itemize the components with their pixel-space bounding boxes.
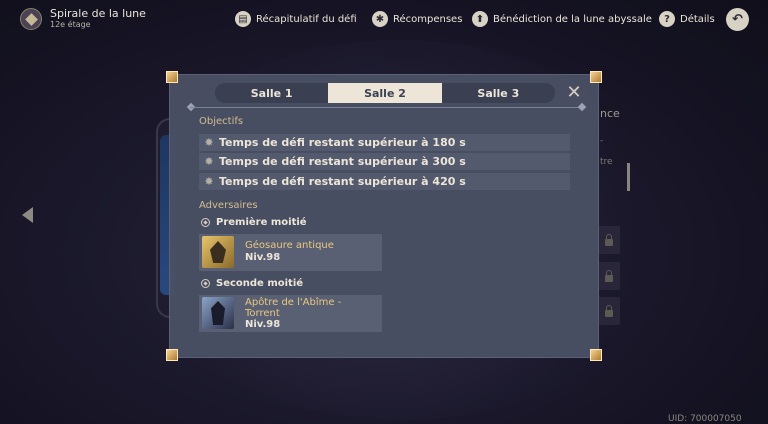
objective-text: Temps de défi restant supérieur à 300 s [219, 155, 466, 168]
enemy-level: Niv.98 [245, 319, 281, 330]
dialog-corner-ornament [166, 349, 178, 361]
objective-text: Temps de défi restant supérieur à 420 s [219, 175, 466, 188]
star-icon: ✸ [204, 136, 214, 149]
objective-item: ✸ Temps de défi restant supérieur à 300 … [199, 153, 570, 170]
half-marker-icon [201, 279, 210, 288]
enemy-level: Niv.98 [245, 252, 281, 263]
enemy-name: Apôtre de l'Abîme - Torrent [245, 297, 342, 319]
top-bar: Spirale de la lune 12e étage ▤ Récapitul… [0, 0, 768, 38]
enemy-card[interactable]: Géosaure antique Niv.98 [199, 234, 382, 271]
first-half-text: Première moitié [216, 217, 307, 228]
tab-chamber-1[interactable]: Salle 1 [215, 83, 328, 103]
star-icon: ✸ [204, 175, 214, 188]
dialog-divider [190, 107, 582, 108]
details-label: Détails [680, 13, 715, 25]
objective-item: ✸ Temps de défi restant supérieur à 420 … [199, 173, 570, 190]
objectives-heading: Objectifs [199, 116, 244, 127]
objective-item: ✸ Temps de défi restant supérieur à 180 … [199, 134, 570, 151]
second-half-text: Seconde moitié [216, 278, 304, 289]
first-half-label: Première moitié [201, 217, 307, 228]
enemies-heading: Adversaires [199, 200, 258, 211]
tab-chamber-2[interactable]: Salle 2 [328, 83, 442, 103]
page-title: Spirale de la lune [50, 7, 146, 20]
spiral-abyss-emblem-icon [20, 8, 42, 30]
rewards-button[interactable]: ✱ Récompenses [372, 10, 462, 28]
star-icon: ✸ [204, 155, 214, 168]
chamber-details-dialog: Salle 1 Salle 2 Salle 3 ✕ Objectifs ✸ Te… [166, 71, 602, 361]
abyssal-blessing-label: Bénédiction de la lune abyssale [493, 13, 652, 25]
tab-chamber-3[interactable]: Salle 3 [442, 83, 555, 103]
summary-icon: ▤ [235, 11, 251, 27]
abyss-herald-portrait-icon [202, 297, 234, 329]
objective-text: Temps de défi restant supérieur à 180 s [219, 136, 466, 149]
blessing-icon: ⬆ [472, 11, 488, 27]
back-button[interactable]: ↶ [726, 8, 749, 31]
challenge-summary-label: Récapitulatif du défi [256, 13, 357, 25]
dialog-corner-ornament [166, 71, 178, 83]
rewards-label: Récompenses [393, 13, 463, 25]
back-icon: ↶ [732, 12, 743, 27]
help-icon: ? [659, 11, 675, 27]
close-icon: ✕ [566, 81, 582, 103]
chamber-tabs: Salle 1 Salle 2 Salle 3 [215, 83, 555, 103]
divider-ornament [577, 102, 587, 112]
geosaur-portrait-icon [202, 236, 234, 268]
floor-subtitle: 12e étage [50, 20, 91, 29]
close-button[interactable]: ✕ [564, 81, 584, 103]
challenge-summary-button[interactable]: ▤ Récapitulatif du défi [235, 10, 357, 28]
abyssal-blessing-button[interactable]: ⬆ Bénédiction de la lune abyssale [472, 10, 652, 28]
dialog-corner-ornament [590, 349, 602, 361]
details-button[interactable]: ? Détails [659, 10, 715, 28]
enemy-card[interactable]: Apôtre de l'Abîme - Torrent Niv.98 [199, 295, 382, 332]
half-marker-icon [201, 218, 210, 227]
rewards-icon: ✱ [372, 11, 388, 27]
enemy-name: Géosaure antique [245, 240, 334, 251]
second-half-label: Seconde moitié [201, 278, 303, 289]
dialog-corner-ornament [590, 71, 602, 83]
